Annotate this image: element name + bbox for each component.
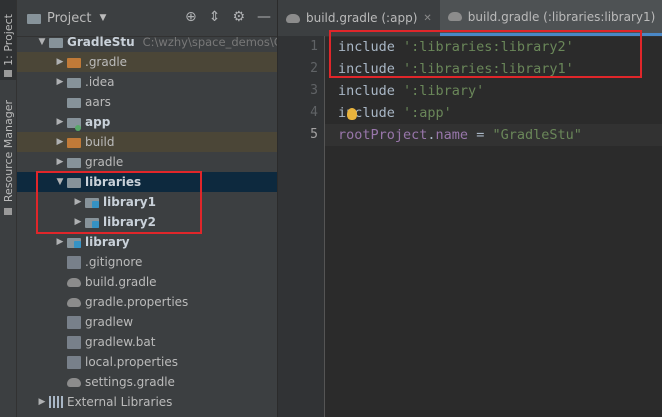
line-number-gutter: 1 2 3 4 5: [278, 36, 325, 417]
editor-tab-label: build.gradle (:libraries:library1): [467, 9, 656, 24]
chevron-down-icon: ▼: [99, 13, 107, 23]
file-icon: [67, 255, 81, 269]
highlight-box-libraries: [36, 171, 202, 234]
project-tool-tab[interactable]: 1: Project: [0, 0, 16, 80]
external-libraries-icon: [49, 396, 63, 408]
tree-item-label: gradle.properties: [85, 295, 189, 309]
expand-right-icon[interactable]: ▶: [53, 157, 67, 167]
tree-item-label: .idea: [85, 75, 115, 89]
expand-right-icon[interactable]: ▶: [53, 117, 67, 127]
tree-item-gitignore[interactable]: .gitignore: [17, 252, 277, 272]
expand-right-icon[interactable]: ▶: [53, 237, 67, 247]
project-tool-tab-label: 1: Project: [1, 14, 15, 66]
expand-right-icon[interactable]: ▶: [53, 137, 67, 147]
code-string: ':app': [403, 105, 452, 121]
tree-item-local-properties[interactable]: local.properties: [17, 352, 277, 372]
line-number: 4: [310, 105, 318, 120]
tree-item-label: gradlew: [85, 315, 134, 329]
tree-item-label: local.properties: [85, 355, 179, 369]
file-icon: [67, 315, 81, 329]
expand-right-icon[interactable]: ▶: [35, 397, 49, 407]
tree-item-settings-gradle[interactable]: settings.gradle: [17, 372, 277, 392]
resource-manager-tab-label: Resource Manager: [1, 99, 15, 203]
code-line: include ':library': [338, 80, 484, 102]
project-view-selector[interactable]: Project ▼: [27, 11, 106, 26]
tree-item-external-libraries[interactable]: ▶ External Libraries: [17, 392, 277, 412]
code-identifier: rootProject: [338, 127, 428, 143]
gradle-elephant-icon: [67, 277, 81, 287]
tree-item-label: app: [85, 115, 111, 129]
code-string: ':library': [403, 83, 485, 99]
tree-item-label: gradlew.bat: [85, 335, 156, 349]
tree-item-build-gradle[interactable]: build.gradle: [17, 272, 277, 292]
tree-item-idea[interactable]: ▶ .idea: [17, 72, 277, 92]
tree-item-label: library: [85, 235, 130, 249]
tree-item-gradle[interactable]: ▶ .gradle: [17, 52, 277, 72]
app-module-icon: [67, 117, 81, 131]
excluded-folder-icon: [67, 137, 81, 148]
expand-right-icon[interactable]: ▶: [53, 57, 67, 67]
gear-icon[interactable]: ⚙: [232, 9, 245, 25]
code-field: name: [435, 127, 469, 143]
line-number: 5: [310, 127, 318, 142]
resource-icon: [4, 208, 12, 215]
tree-item-label: aars: [85, 95, 111, 109]
library-module-icon: [67, 237, 81, 248]
tree-item-gradlew[interactable]: gradlew: [17, 312, 277, 332]
expand-right-icon[interactable]: ▶: [53, 77, 67, 87]
tree-item-build[interactable]: ▶ build: [17, 132, 277, 152]
tree-item-label: build.gradle: [85, 275, 157, 289]
close-icon[interactable]: ✕: [423, 13, 431, 24]
code-operator: =: [468, 127, 493, 143]
tool-window-strip: 1: Project Resource Manager: [0, 0, 17, 417]
expand-down-icon[interactable]: ▼: [35, 37, 49, 47]
tree-item-gradlew-bat[interactable]: gradlew.bat: [17, 332, 277, 352]
code-string: "GradleStu": [492, 127, 582, 143]
tree-item-gradle[interactable]: ▶ gradle: [17, 152, 277, 172]
gradle-elephant-icon: [286, 13, 300, 23]
folder-icon: [67, 97, 81, 108]
gradle-elephant-icon: [447, 12, 462, 21]
file-icon: [67, 355, 81, 369]
tree-item-label: .gradle: [85, 55, 128, 69]
locate-icon[interactable]: ⊕: [185, 9, 197, 25]
gradle-elephant-icon: [67, 297, 81, 307]
gradle-elephant-icon: [67, 377, 81, 387]
project-view-icon: [27, 13, 41, 24]
tree-item-label: settings.gradle: [85, 375, 175, 389]
tree-item-label: build: [85, 135, 115, 149]
line-number: 3: [310, 83, 318, 98]
editor-tab-label: build.gradle (:app): [306, 11, 418, 25]
code-punct: .: [427, 127, 436, 143]
folder-icon: [67, 77, 81, 88]
resource-manager-tab[interactable]: Resource Manager: [0, 96, 16, 206]
tree-item-gradlestu[interactable]: ▼ GradleStu C:\wzhy\space_demos\Gra: [17, 32, 277, 52]
project-module-icon: [49, 37, 63, 48]
code-line: rootProject.name = "GradleStu": [338, 124, 582, 146]
project-path: C:\wzhy\space_demos\Gra: [142, 35, 277, 49]
line-number: 1: [310, 39, 318, 54]
tree-item-gradle-properties[interactable]: gradle.properties: [17, 292, 277, 312]
folder-icon: [67, 157, 81, 168]
tree-item-library[interactable]: ▶ library: [17, 232, 277, 252]
excluded-folder-icon: [67, 57, 81, 68]
minimize-icon[interactable]: —: [257, 9, 271, 25]
tree-item-label: .gitignore: [85, 255, 143, 269]
folder-icon: [4, 70, 12, 77]
code-keyword: include: [338, 83, 404, 99]
highlight-box-includes: [329, 30, 642, 78]
project-view-title: Project: [47, 10, 92, 26]
tree-item-label: GradleStu: [67, 35, 135, 49]
tree-item-aars[interactable]: aars: [17, 92, 277, 112]
file-icon: [67, 335, 81, 349]
tree-item-label: gradle: [85, 155, 124, 169]
tree-item-label: External Libraries: [67, 395, 173, 409]
tree-item-app[interactable]: ▶ app: [17, 112, 277, 132]
collapse-all-icon[interactable]: ⇕: [209, 9, 221, 25]
lightbulb-icon[interactable]: [347, 108, 357, 120]
line-number: 2: [310, 61, 318, 76]
